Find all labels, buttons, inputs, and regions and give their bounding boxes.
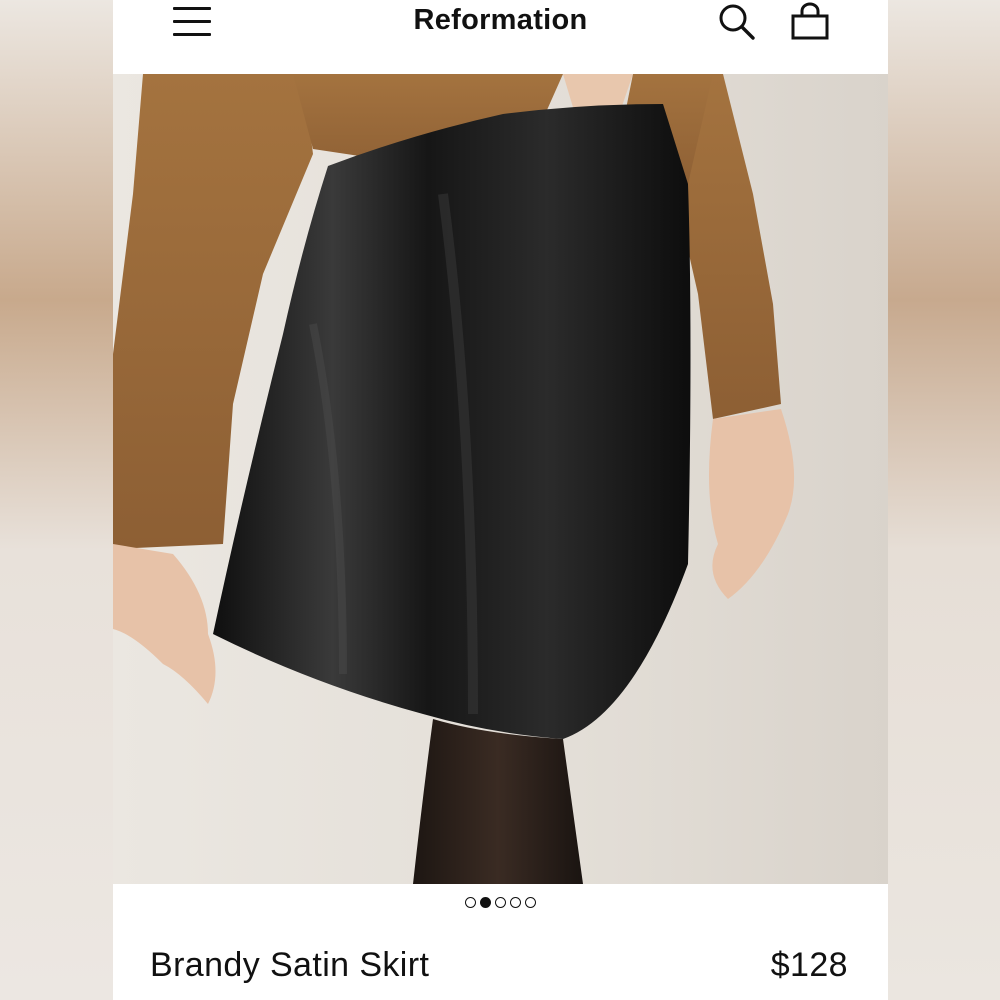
carousel-dot[interactable]	[465, 897, 476, 908]
background-blur-left	[0, 0, 113, 1000]
product-title: Brandy Satin Skirt	[150, 946, 430, 984]
search-icon[interactable]	[717, 2, 757, 42]
carousel-dot[interactable]	[510, 897, 521, 908]
product-price: $128	[770, 946, 848, 984]
top-navigation-bar: Reformation	[113, 0, 888, 74]
background-blur-right	[888, 0, 1000, 1000]
image-carousel-indicator	[113, 897, 888, 908]
brand-logo[interactable]: Reformation	[113, 4, 888, 37]
carousel-dot[interactable]	[495, 897, 506, 908]
product-image[interactable]	[113, 74, 888, 884]
mobile-screen: Reformation Brandy Satin Skirt $128	[113, 0, 888, 1000]
carousel-dot[interactable]	[525, 897, 536, 908]
shopping-bag-icon[interactable]	[789, 2, 831, 42]
carousel-dot-active[interactable]	[480, 897, 491, 908]
